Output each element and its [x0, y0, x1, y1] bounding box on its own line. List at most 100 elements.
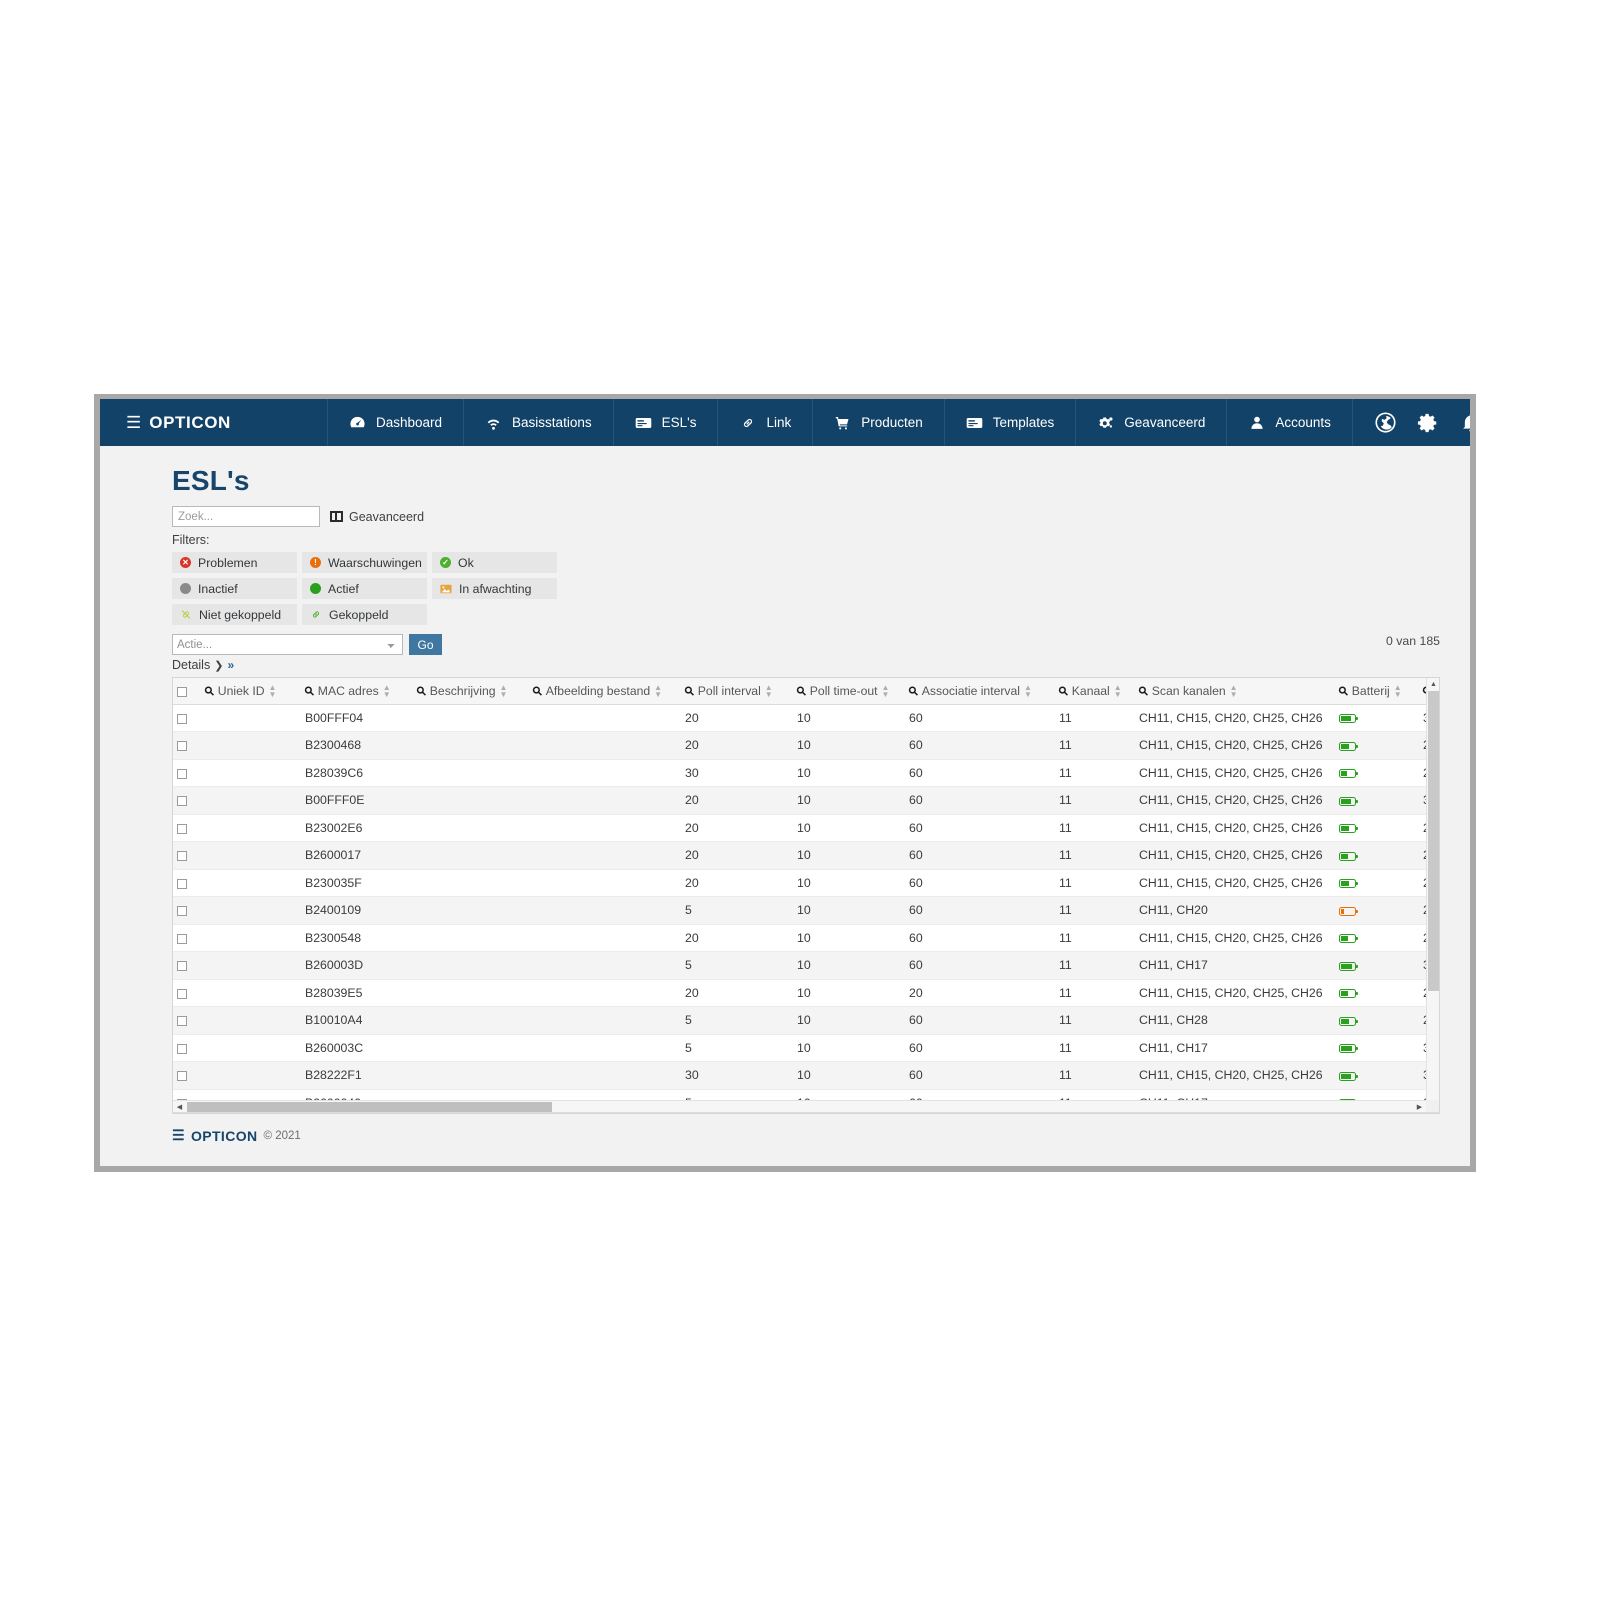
sort-icon[interactable]: ▲▼	[1024, 684, 1031, 698]
row-select-cell[interactable]	[173, 897, 201, 925]
row-checkbox[interactable]	[177, 824, 187, 834]
gear-icon[interactable]	[1416, 410, 1441, 435]
nav-item-producten[interactable]: Producten	[813, 399, 945, 446]
select-all-header[interactable]	[173, 678, 201, 704]
row-select-cell[interactable]	[173, 869, 201, 897]
row-checkbox[interactable]	[177, 769, 187, 779]
row-select-cell[interactable]	[173, 814, 201, 842]
row-select-cell[interactable]	[173, 979, 201, 1007]
hamburger-icon[interactable]: ☰	[126, 414, 141, 431]
filter-chip-inactief[interactable]: Inactief	[172, 578, 297, 599]
row-select-cell[interactable]	[173, 704, 201, 732]
row-checkbox[interactable]	[177, 1071, 187, 1081]
table-row[interactable]: B23002E620106011CH11, CH15, CH20, CH25, …	[173, 814, 1440, 842]
table-row[interactable]: B260003D5106011CH11, CH173.00EE213R	[173, 952, 1440, 980]
sort-icon[interactable]: ▲▼	[1230, 684, 1237, 698]
row-checkbox[interactable]	[177, 961, 187, 971]
nav-item-link[interactable]: Link	[718, 399, 813, 446]
action-select[interactable]: Actie...	[172, 634, 403, 655]
column-header-assoc_interval[interactable]: ⚲Associatie interval▲▼	[905, 678, 1055, 704]
nav-item-accounts[interactable]: Accounts	[1227, 399, 1353, 446]
vertical-scroll-thumb[interactable]	[1428, 691, 1439, 991]
row-checkbox[interactable]	[177, 934, 187, 944]
row-select-cell[interactable]	[173, 732, 201, 760]
row-checkbox[interactable]	[177, 851, 187, 861]
column-header-afbeelding[interactable]: ⚲Afbeelding bestand▲▼	[529, 678, 681, 704]
column-header-uniek_id[interactable]: ⚲Uniek ID▲▼	[201, 678, 301, 704]
table-row[interactable]: B00FFF0420106011CH11, CH15, CH20, CH25, …	[173, 704, 1440, 732]
row-checkbox[interactable]	[177, 796, 187, 806]
table-row[interactable]: B230046820106011CH11, CH15, CH20, CH25, …	[173, 732, 1440, 760]
row-checkbox[interactable]	[177, 879, 187, 889]
nav-item-dashboard[interactable]: Dashboard	[328, 399, 464, 446]
sort-icon[interactable]: ▲▼	[1114, 684, 1121, 698]
bell-icon[interactable]	[1459, 410, 1476, 435]
search-icon[interactable]: ⚲	[793, 683, 809, 699]
table-row[interactable]: B230035F20106011CH11, CH15, CH20, CH25, …	[173, 869, 1440, 897]
sort-icon[interactable]: ▲▼	[765, 684, 772, 698]
sort-icon[interactable]: ▲▼	[882, 684, 889, 698]
column-header-kanaal[interactable]: ⚲Kanaal▲▼	[1055, 678, 1135, 704]
nav-item-templates[interactable]: Templates	[945, 399, 1077, 446]
row-select-cell[interactable]	[173, 787, 201, 815]
search-icon[interactable]: ⚲	[413, 683, 429, 699]
row-checkbox[interactable]	[177, 1016, 187, 1026]
filter-chip-gekoppeld[interactable]: Gekoppeld	[302, 604, 427, 625]
table-row[interactable]: B28222F130106011CH11, CH15, CH20, CH25, …	[173, 1062, 1440, 1090]
column-header-mac[interactable]: ⚲MAC adres▲▼	[301, 678, 413, 704]
search-icon[interactable]: ⚲	[1335, 683, 1351, 699]
search-icon[interactable]: ⚲	[529, 683, 545, 699]
search-icon[interactable]: ⚲	[1135, 683, 1151, 699]
search-icon[interactable]: ⚲	[681, 683, 697, 699]
search-icon[interactable]: ⚲	[905, 683, 921, 699]
search-icon[interactable]: ⚲	[301, 683, 317, 699]
sort-icon[interactable]: ▲▼	[500, 684, 507, 698]
row-select-cell[interactable]	[173, 924, 201, 952]
sort-icon[interactable]: ▲▼	[654, 684, 661, 698]
vertical-scrollbar[interactable]: ▲ ▼	[1426, 678, 1439, 1113]
row-checkbox[interactable]	[177, 714, 187, 724]
row-select-cell[interactable]	[173, 952, 201, 980]
nav-item-esls[interactable]: ESL's	[614, 399, 719, 446]
row-select-cell[interactable]	[173, 1034, 201, 1062]
nav-item-basisstations[interactable]: Basisstations	[464, 399, 614, 446]
nav-item-geavanceerd[interactable]: Geavanceerd	[1076, 399, 1227, 446]
table-row[interactable]: B28039C630106011CH11, CH15, CH20, CH25, …	[173, 759, 1440, 787]
row-checkbox[interactable]	[177, 989, 187, 999]
filter-chip-in-afwachting[interactable]: In afwachting	[432, 578, 557, 599]
filter-chip-ok[interactable]: ✓ Ok	[432, 552, 557, 573]
search-icon[interactable]: ⚲	[201, 683, 217, 699]
go-button[interactable]: Go	[409, 634, 442, 655]
table-row[interactable]: B00FFF0E20106011CH11, CH15, CH20, CH25, …	[173, 787, 1440, 815]
sort-icon[interactable]: ▲▼	[1394, 684, 1401, 698]
row-select-cell[interactable]	[173, 1007, 201, 1035]
row-select-cell[interactable]	[173, 759, 201, 787]
table-row[interactable]: B28039E520102011CH11, CH15, CH20, CH25, …	[173, 979, 1440, 1007]
filter-chip-problemen[interactable]: ✕ Problemen	[172, 552, 297, 573]
horizontal-scroll-thumb[interactable]	[187, 1102, 552, 1112]
sort-icon[interactable]: ▲▼	[269, 684, 276, 698]
table-row[interactable]: B10010A45106011CH11, CH282.88EE440	[173, 1007, 1440, 1035]
brand-logo[interactable]: ☰ OPTICON	[100, 399, 328, 446]
table-row[interactable]: B260001720106011CH11, CH15, CH20, CH25, …	[173, 842, 1440, 870]
row-checkbox[interactable]	[177, 1044, 187, 1054]
column-header-poll_interval[interactable]: ⚲Poll interval▲▼	[681, 678, 793, 704]
scroll-up-arrow[interactable]: ▲	[1427, 678, 1440, 691]
globe-icon[interactable]	[1373, 410, 1398, 435]
row-select-cell[interactable]	[173, 842, 201, 870]
row-select-cell[interactable]	[173, 1062, 201, 1090]
details-toggle[interactable]: Details ❯ »	[172, 658, 1440, 672]
advanced-toggle[interactable]: Geavanceerd	[330, 510, 424, 524]
table-row[interactable]: B230054820106011CH11, CH15, CH20, CH25, …	[173, 924, 1440, 952]
sort-icon[interactable]: ▲▼	[383, 684, 390, 698]
filter-chip-actief[interactable]: Actief	[302, 578, 427, 599]
select-all-checkbox[interactable]	[177, 687, 187, 697]
row-checkbox[interactable]	[177, 906, 187, 916]
column-header-poll_timeout[interactable]: ⚲Poll time-out▲▼	[793, 678, 905, 704]
search-input[interactable]	[172, 506, 320, 527]
chevron-double-right-icon[interactable]: »	[227, 658, 234, 672]
column-header-beschrijving[interactable]: ⚲Beschrijving▲▼	[413, 678, 529, 704]
table-row[interactable]: B24001095106011CH11, CH202.70EE293R	[173, 897, 1440, 925]
search-icon[interactable]: ⚲	[1055, 683, 1071, 699]
row-checkbox[interactable]	[177, 741, 187, 751]
